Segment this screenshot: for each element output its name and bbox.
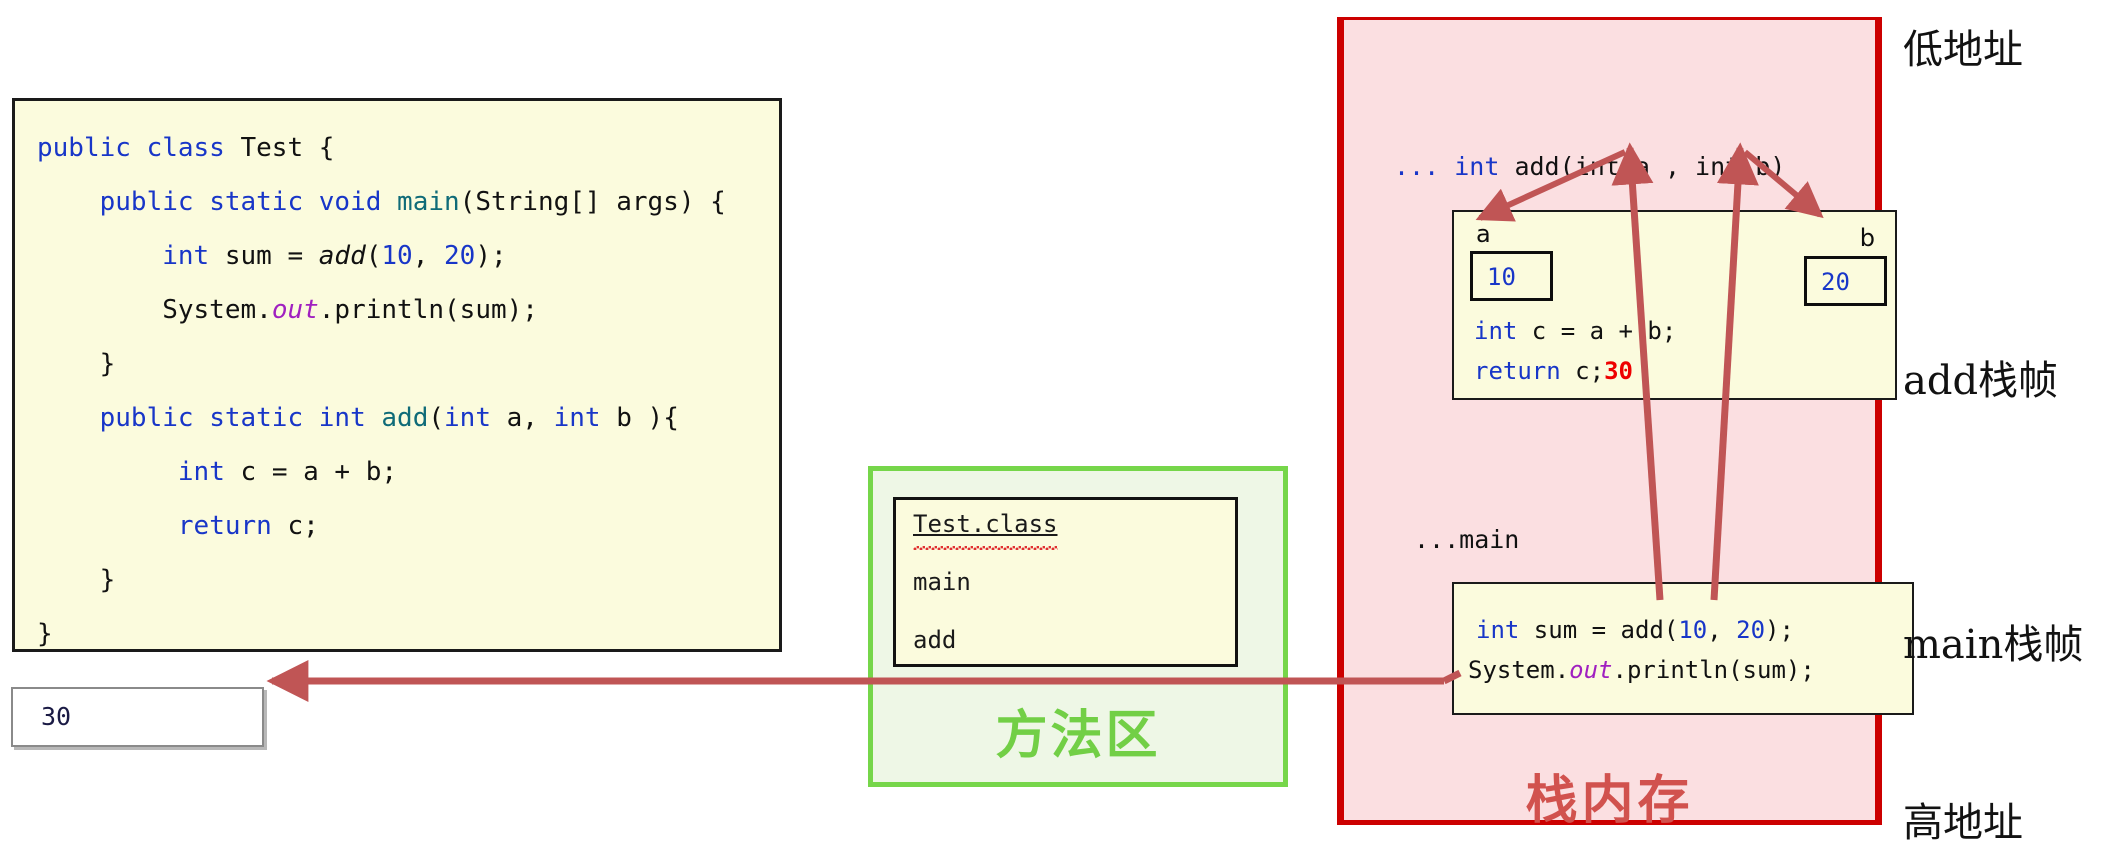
- main-frame-code-line-2: System.out.println(sum);: [1468, 656, 1815, 684]
- stack-memory-label: 栈内存: [1525, 771, 1694, 831]
- diagram-canvas: public class Test { public static void m…: [0, 0, 2112, 846]
- code-line: public class Test {: [37, 133, 335, 163]
- console-output-value: 30: [41, 702, 72, 731]
- code-line: System.out.println(sum);: [37, 295, 538, 325]
- high-address-label: 高地址: [1903, 800, 2023, 846]
- add-frame-signature: ... int add(int a , int b): [1394, 152, 1786, 181]
- code-line: }: [37, 565, 116, 595]
- class-metadata-box: Test.class main add: [893, 497, 1238, 667]
- add-frame-code-line-2: return c;30: [1474, 357, 1633, 385]
- code-line: int sum = add(10, 20);: [162, 241, 507, 271]
- method-entry-main: main: [913, 568, 971, 596]
- spellcheck-squiggle-icon: [913, 546, 1058, 550]
- add-frame-return-value: 30: [1604, 357, 1633, 385]
- param-a-label: a: [1476, 220, 1491, 248]
- param-a-value-box: 10: [1470, 251, 1553, 301]
- main-frame-signature: ...main: [1414, 525, 1520, 554]
- class-name-entry: Test.class: [913, 510, 1058, 538]
- add-stack-frame: a b 10 20 int c = a + b; return c;30: [1452, 210, 1897, 400]
- stack-memory-region: ... int add(int a , int b) a b 10 20 int…: [1337, 17, 1914, 831]
- code-line: }: [37, 619, 53, 649]
- code-line: public static void main(String[] args) {: [99, 187, 726, 217]
- method-entry-add: add: [913, 626, 957, 654]
- main-stack-frame: int sum = add(10, 20); System.out.printl…: [1452, 582, 1914, 715]
- source-code-panel: public class Test { public static void m…: [12, 98, 782, 652]
- param-b-value: 20: [1821, 268, 1850, 296]
- method-area-label: 方法区: [995, 706, 1161, 766]
- code-line: return c;: [177, 511, 319, 541]
- param-b-label: b: [1859, 224, 1875, 252]
- add-frame-code-line-1: int c = a + b;: [1474, 317, 1677, 345]
- param-b-value-box: 20: [1804, 256, 1887, 306]
- method-area-region: Test.class main add 方法区: [868, 466, 1288, 787]
- code-line: }: [37, 349, 116, 379]
- console-output-box: 30: [11, 687, 264, 747]
- low-address-label: 低地址: [1903, 27, 2023, 73]
- add-frame-label: add栈帧: [1903, 358, 2059, 404]
- main-frame-label: main栈帧: [1903, 622, 2084, 668]
- main-frame-code-line-1: int sum = add(10, 20);: [1476, 616, 1794, 644]
- code-line: int c = a + b;: [177, 457, 398, 487]
- param-a-value: 10: [1487, 263, 1516, 291]
- code-line: public static int add(int a, int b ){: [99, 403, 679, 433]
